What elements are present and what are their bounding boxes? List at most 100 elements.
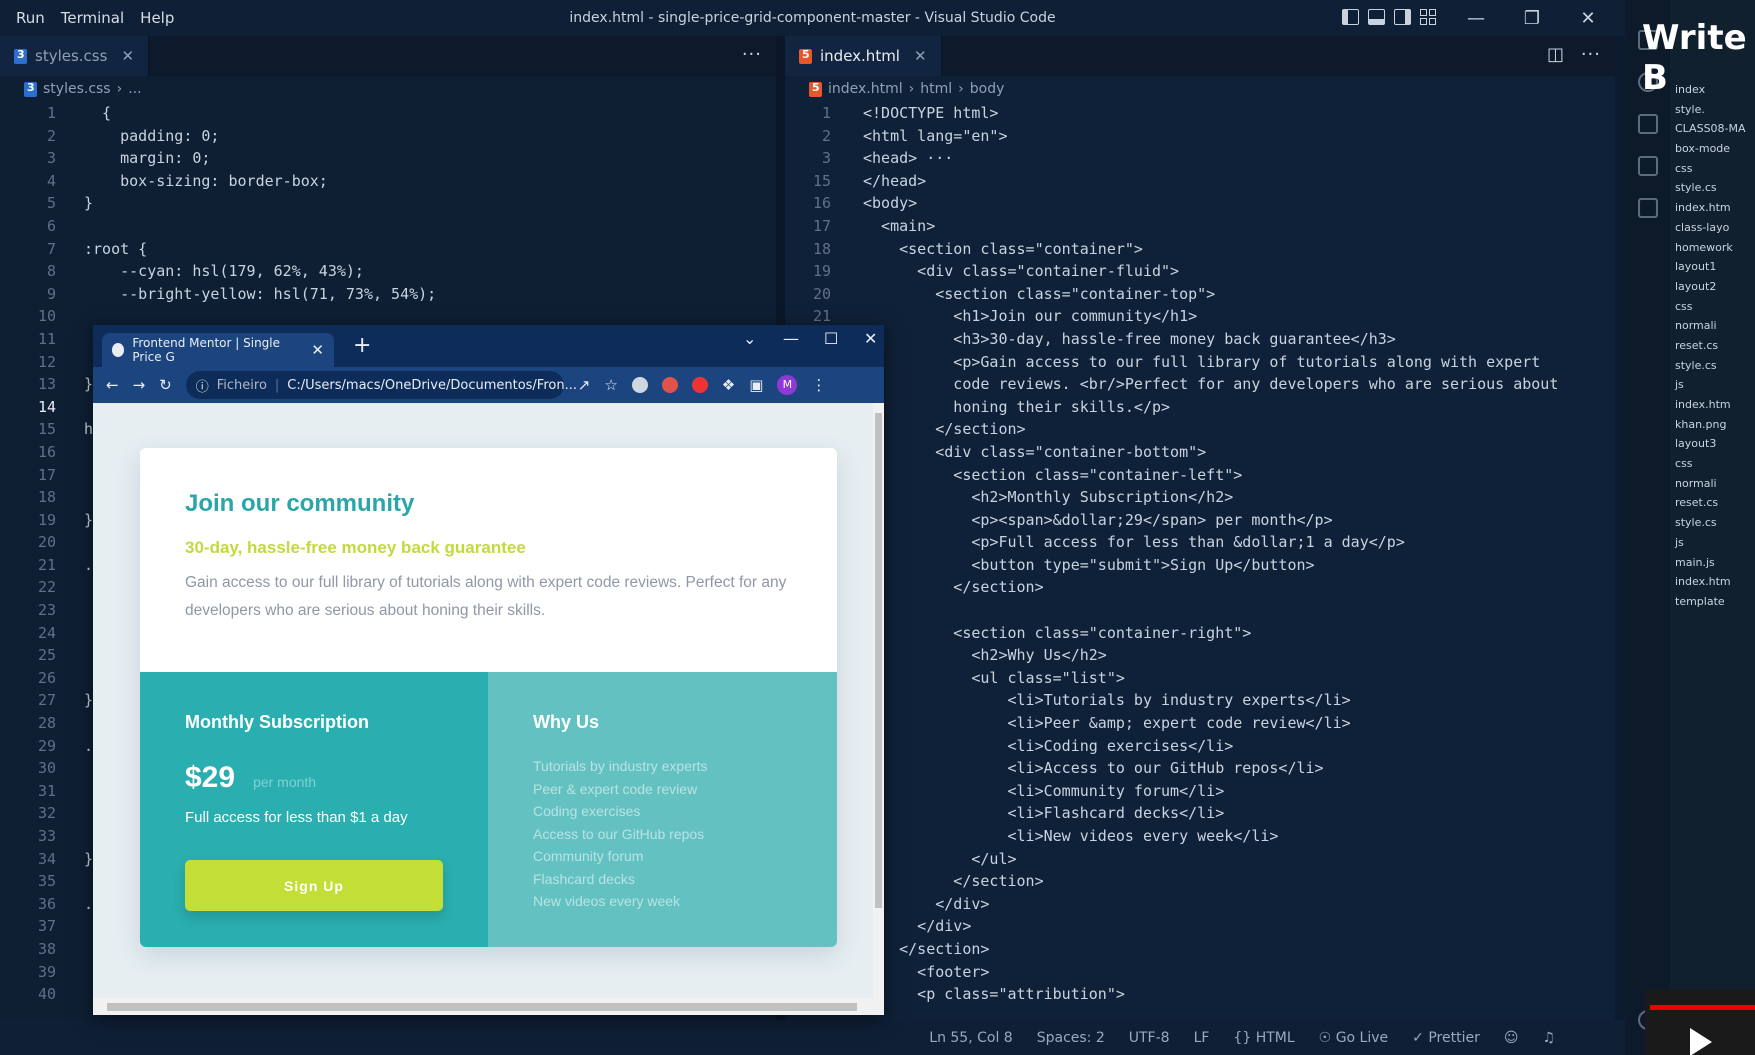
- maximize-icon[interactable]: ☐: [824, 329, 838, 348]
- tree-item[interactable]: style.cs: [1675, 356, 1746, 376]
- menu-terminal[interactable]: Terminal: [61, 9, 124, 27]
- reload-icon[interactable]: ↻: [159, 376, 172, 394]
- menu-help[interactable]: Help: [140, 9, 174, 27]
- tree-item[interactable]: js: [1675, 375, 1746, 395]
- breadcrumb-symbol[interactable]: ...: [128, 81, 141, 97]
- tree-item[interactable]: box-mode: [1675, 139, 1746, 159]
- tab-search-icon[interactable]: ⌄: [743, 329, 756, 348]
- minimize-icon[interactable]: —: [783, 329, 799, 348]
- close-tab-icon[interactable]: ✕: [311, 341, 324, 359]
- customize-layout-icon[interactable]: [1420, 9, 1437, 25]
- browser-tab[interactable]: Frontend Mentor | Single Price G ✕: [102, 333, 334, 367]
- code-line[interactable]: 15 </head>: [785, 170, 1615, 193]
- code-line[interactable]: 49 <p class="attribution">: [785, 983, 1615, 1006]
- info-icon[interactable]: ⓘ: [196, 376, 209, 395]
- breadcrumb-file[interactable]: styles.css: [43, 81, 111, 97]
- code-line[interactable]: 2 padding: 0;: [0, 125, 776, 148]
- code-line[interactable]: 32: [785, 599, 1615, 622]
- code-line[interactable]: 27 <h2>Monthly Subscription</h2>: [785, 486, 1615, 509]
- code-editor[interactable]: 1 <!DOCTYPE html> 2 <html lang="en"> 3 <head>…: [785, 102, 1615, 1006]
- code-line[interactable]: 29 <p>Full access for less than &dollar;…: [785, 531, 1615, 554]
- scrollbar-thumb[interactable]: [107, 1003, 857, 1011]
- code-line[interactable]: 3 <head> ···: [785, 147, 1615, 170]
- feedback-icon[interactable]: ☺: [1504, 1030, 1519, 1046]
- code-line[interactable]: 33 <section class="container-right">: [785, 622, 1615, 645]
- tree-item[interactable]: style.: [1675, 100, 1746, 120]
- run-debug-icon[interactable]: [1638, 156, 1658, 176]
- extension-red-icon[interactable]: [661, 377, 678, 393]
- code-line[interactable]: 8 --cyan: hsl(179, 62%, 43%);: [0, 260, 776, 283]
- tree-item[interactable]: layout2: [1675, 277, 1746, 297]
- vertical-scrollbar[interactable]: [873, 403, 884, 998]
- code-line[interactable]: 19 <div class="container-fluid">: [785, 260, 1615, 283]
- minimize-icon[interactable]: —: [1459, 8, 1493, 29]
- encoding[interactable]: UTF-8: [1129, 1030, 1170, 1046]
- breadcrumb-file[interactable]: index.html: [828, 81, 903, 97]
- code-line[interactable]: 6: [0, 215, 776, 238]
- code-line[interactable]: 36 <li>Tutorials by industry experts</li…: [785, 689, 1615, 712]
- code-line[interactable]: 37 <li>Peer &amp; expert code review</li…: [785, 712, 1615, 735]
- tree-item[interactable]: normali: [1675, 474, 1746, 494]
- code-line[interactable]: 1 <!DOCTYPE html>: [785, 102, 1615, 125]
- code-line[interactable]: 23 <p>Gain access to our full library of…: [785, 351, 1615, 374]
- more-actions-icon[interactable]: ···: [1581, 44, 1601, 65]
- extension-block-icon[interactable]: [691, 377, 708, 393]
- tree-item[interactable]: CLASS08-MA: [1675, 119, 1746, 139]
- breadcrumb-html[interactable]: html: [920, 81, 952, 97]
- code-line[interactable]: 44 </section>: [785, 870, 1615, 893]
- code-line[interactable]: 31 </section>: [785, 576, 1615, 599]
- language-mode[interactable]: {} HTML: [1233, 1030, 1294, 1046]
- tree-item[interactable]: layout3: [1675, 434, 1746, 454]
- code-line[interactable]: 46 </div>: [785, 915, 1615, 938]
- video-progress-bar[interactable]: [1650, 1005, 1755, 1010]
- tree-item[interactable]: class-layo: [1675, 218, 1746, 238]
- horizontal-scrollbar[interactable]: [93, 998, 884, 1015]
- close-tab-icon[interactable]: ✕: [121, 47, 134, 65]
- tree-item[interactable]: index.htm: [1675, 395, 1746, 415]
- notifications-icon[interactable]: ♫: [1542, 1030, 1555, 1046]
- tree-item[interactable]: css: [1675, 454, 1746, 474]
- restore-icon[interactable]: ❐: [1515, 8, 1549, 29]
- tree-item[interactable]: css: [1675, 159, 1746, 179]
- tree-item[interactable]: layout1: [1675, 257, 1746, 277]
- sign-up-button[interactable]: Sign Up: [185, 860, 443, 911]
- menu-kebab-icon[interactable]: ⋮: [811, 376, 826, 394]
- tree-item[interactable]: style.cs: [1675, 178, 1746, 198]
- code-line[interactable]: 17 <main>: [785, 215, 1615, 238]
- tree-item[interactable]: homework: [1675, 238, 1746, 258]
- code-line[interactable]: 34 <h2>Why Us</h2>: [785, 644, 1615, 667]
- tree-item[interactable]: reset.cs: [1675, 336, 1746, 356]
- tree-item[interactable]: index.htm: [1675, 198, 1746, 218]
- end-of-line[interactable]: LF: [1194, 1030, 1210, 1046]
- close-icon[interactable]: ✕: [864, 329, 877, 348]
- tree-item[interactable]: js: [1675, 533, 1746, 553]
- profile-avatar[interactable]: M: [777, 375, 798, 395]
- source-control-icon[interactable]: [1638, 114, 1658, 134]
- code-line[interactable]: honing their skills.</p>: [785, 396, 1615, 419]
- code-line[interactable]: 21 <h1>Join our community</h1>: [785, 305, 1615, 328]
- tree-item[interactable]: index.htm: [1675, 572, 1746, 592]
- bookmark-star-icon[interactable]: ☆: [604, 376, 617, 394]
- toggle-panel-icon[interactable]: [1368, 9, 1385, 25]
- go-live-button[interactable]: ☉ Go Live: [1319, 1030, 1388, 1046]
- prettier-status[interactable]: ✓ Prettier: [1412, 1030, 1480, 1046]
- code-line[interactable]: 42 <li>New videos every week</li>: [785, 825, 1615, 848]
- code-line[interactable]: 45 </div>: [785, 893, 1615, 916]
- code-line[interactable]: 22 <h3>30-day, hassle-free money back gu…: [785, 328, 1615, 351]
- code-line[interactable]: 20 <section class="container-top">: [785, 283, 1615, 306]
- code-line[interactable]: 43 </ul>: [785, 848, 1615, 871]
- code-line[interactable]: 28 <p><span>&dollar;29</span> per month<…: [785, 509, 1615, 532]
- code-line[interactable]: 26 <section class="container-left">: [785, 464, 1615, 487]
- tree-item[interactable]: style.cs: [1675, 513, 1746, 533]
- cursor-position[interactable]: Ln 55, Col 8: [929, 1030, 1012, 1046]
- code-line[interactable]: code reviews. <br/>Perfect for any devel…: [785, 373, 1615, 396]
- code-line[interactable]: 40 <li>Community forum</li>: [785, 780, 1615, 803]
- extensions-icon[interactable]: [1638, 198, 1658, 218]
- tree-item[interactable]: template: [1675, 592, 1746, 612]
- code-line[interactable]: 48 <footer>: [785, 961, 1615, 984]
- tree-item[interactable]: css: [1675, 297, 1746, 317]
- code-line[interactable]: 24 </section>: [785, 418, 1615, 441]
- code-line[interactable]: 38 <li>Coding exercises</li>: [785, 735, 1615, 758]
- tab-index-html[interactable]: index.html ✕: [785, 36, 942, 76]
- code-line[interactable]: 2 <html lang="en">: [785, 125, 1615, 148]
